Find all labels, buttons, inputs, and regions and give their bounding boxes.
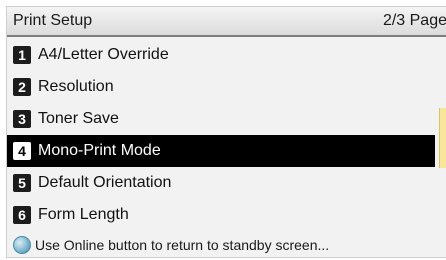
- number-6-icon: 6: [13, 206, 31, 224]
- menu-item-toner-save[interactable]: 3 Toner Save: [7, 103, 435, 135]
- menu-item-a4-letter-override[interactable]: 1 A4/Letter Override: [7, 39, 435, 71]
- menu-item-form-length[interactable]: 6 Form Length: [7, 199, 435, 231]
- page-indicator: 2/3 Page: [382, 12, 446, 29]
- number-1-icon: 1: [13, 46, 31, 64]
- footer-hint-text: Use Online button to return to standby s…: [35, 236, 330, 253]
- number-5-icon: 5: [13, 174, 31, 192]
- scrollbar-thumb[interactable]: [439, 108, 446, 168]
- menu-list: 1 A4/Letter Override 2 Resolution 3 Tone…: [7, 39, 435, 231]
- menu-item-label: Default Orientation: [38, 174, 172, 191]
- menu-item-default-orientation[interactable]: 5 Default Orientation: [7, 167, 435, 199]
- status-hint: Use Online button to return to standby s…: [7, 232, 446, 257]
- menu-item-label: A4/Letter Override: [38, 46, 169, 63]
- title-bar: Print Setup 2/3 Page: [7, 7, 446, 37]
- menu-item-label: Form Length: [38, 206, 129, 223]
- menu-item-label: Resolution: [38, 78, 114, 95]
- online-globe-icon: [13, 235, 31, 254]
- number-4-icon: 4: [13, 142, 31, 160]
- menu-item-mono-print-mode[interactable]: 4 Mono-Print Mode: [7, 135, 435, 167]
- menu-item-resolution[interactable]: 2 Resolution: [7, 71, 435, 103]
- printer-lcd-screen: Print Setup 2/3 Page 1 A4/Letter Overrid…: [6, 6, 446, 258]
- menu-item-label: Mono-Print Mode: [38, 142, 161, 159]
- number-3-icon: 3: [13, 110, 31, 128]
- menu-item-label: Toner Save: [38, 110, 119, 127]
- number-2-icon: 2: [13, 78, 31, 96]
- page-title: Print Setup: [13, 12, 93, 29]
